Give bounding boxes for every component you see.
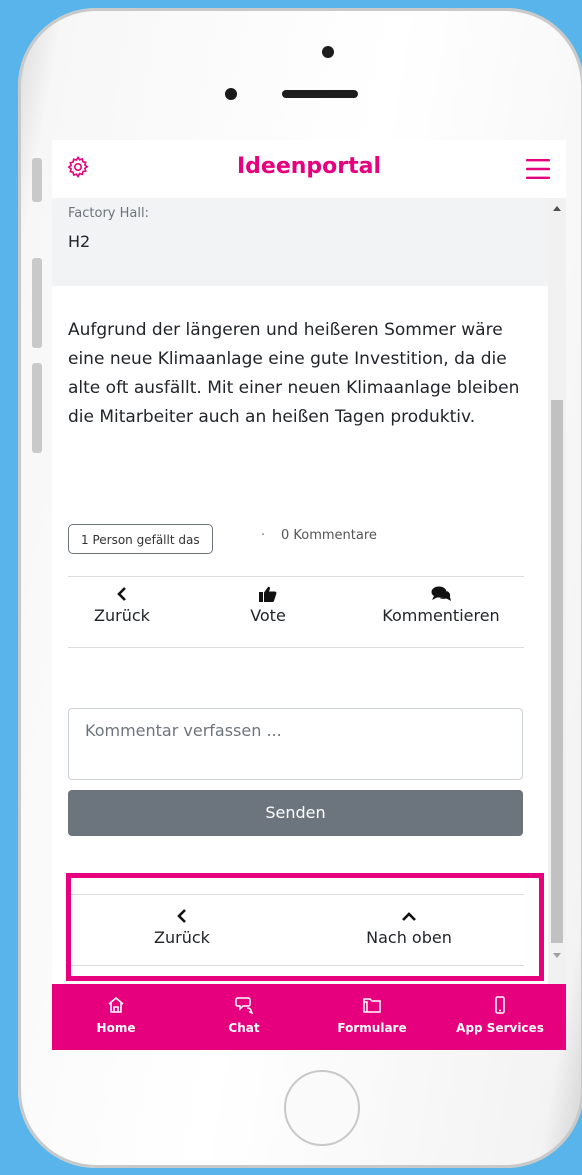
scrollbar[interactable] [548,198,566,1050]
chat-icon [235,997,253,1014]
scroll-up-arrow-icon[interactable] [553,206,561,211]
hamburger-menu-icon[interactable] [526,158,550,180]
tab-home[interactable]: Home [52,984,180,1050]
earpiece-speaker [282,90,358,98]
folder-icon [363,998,381,1013]
send-button[interactable]: Senden [68,790,523,836]
mobile-icon [495,996,505,1014]
tab-label-chat: Chat [228,1021,260,1035]
tab-formulare[interactable]: Formulare [308,984,436,1050]
factory-hall-label: Factory Hall: [68,206,149,221]
chevron-left-icon [117,587,126,601]
page-title: Ideenportal [236,154,382,179]
factory-hall-value: H2 [68,232,91,251]
volume-up-button [32,258,42,348]
tab-app-services[interactable]: App Services [436,984,564,1050]
mute-switch [32,158,42,202]
idea-description: Aufgrund der längeren und heißeren Somme… [68,320,520,427]
volume-down-button [32,363,42,453]
home-icon [108,996,124,1013]
comments-count[interactable]: 0 Kommentare [281,528,377,543]
front-camera [225,88,237,100]
thumbs-up-icon [259,586,277,602]
back-action-label: Zurück [94,606,150,625]
home-button[interactable] [284,1070,360,1146]
tab-label-home: Home [96,1021,136,1035]
comment-label: Kommentieren [382,606,500,625]
tab-label-formulare: Formulare [337,1021,407,1035]
highlight-frame [66,873,544,981]
stats-separator: · [261,528,266,543]
scrollbar-thumb[interactable] [551,400,563,943]
back-action-button[interactable]: Zurück [76,586,168,625]
tab-chat[interactable]: Chat [180,984,308,1050]
vote-button[interactable]: Vote [222,586,314,625]
divider [68,576,524,577]
comment-input[interactable]: Kommentar verfassen ... [68,708,523,780]
likes-badge[interactable]: 1 Person gefällt das [68,524,213,554]
comment-button[interactable]: Kommentieren [366,586,516,625]
vote-label: Vote [250,606,286,625]
comments-icon [431,586,451,601]
tab-label-app-services: App Services [456,1021,544,1035]
factory-hall-section: Factory Hall: H2 [52,198,548,286]
divider [68,647,524,648]
scroll-down-arrow-icon[interactable] [553,953,561,958]
bottom-tab-bar: Home Chat Formulare App Services [52,984,566,1050]
camera-dot [322,46,334,58]
app-header: Ideenportal [52,140,566,198]
app-screen: Ideenportal Factory Hall: H2 Aufgrund de… [52,140,566,1050]
